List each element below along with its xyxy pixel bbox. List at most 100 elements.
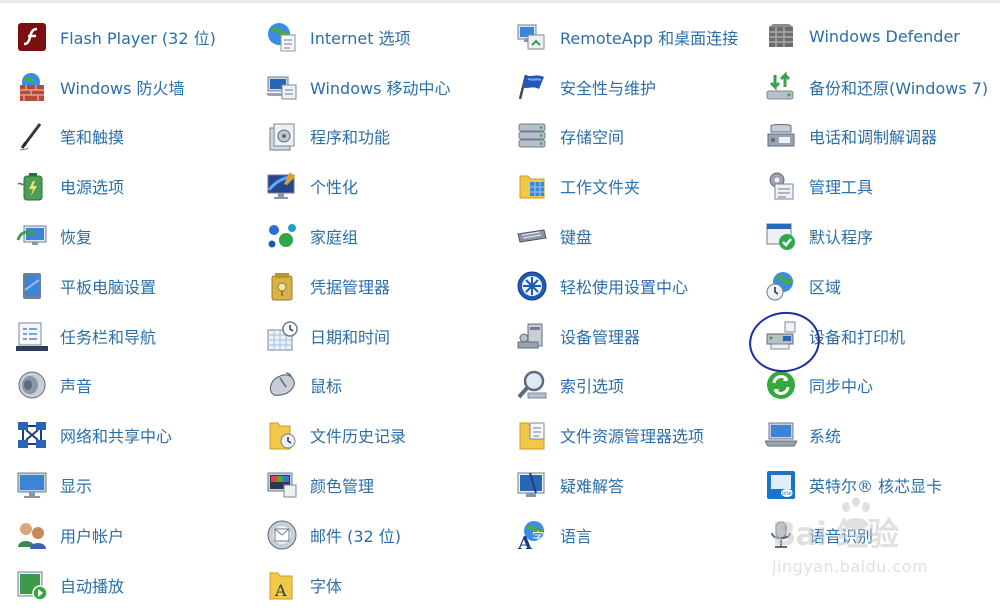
control-panel-item[interactable]: 存储空间 xyxy=(516,112,765,162)
control-panel-item[interactable]: 区域 xyxy=(765,261,1000,311)
control-panel-item[interactable]: Windows Defender xyxy=(765,12,1000,62)
control-panel-item-label: 颜色管理 xyxy=(310,477,375,497)
control-panel-item[interactable]: 个性化 xyxy=(266,161,516,211)
control-panel-item-label: Windows 防火墙 xyxy=(60,78,185,98)
control-panel-item[interactable]: 平板电脑设置 xyxy=(16,261,266,311)
fonts-icon: A xyxy=(266,569,298,601)
svg-text:A: A xyxy=(517,533,533,551)
internet-options-icon xyxy=(266,21,298,53)
control-panel-item[interactable]: 轻松使用设置中心 xyxy=(516,261,765,311)
control-panel-item[interactable]: 工作文件夹 xyxy=(516,161,765,211)
control-panel-item-label: 备份和还原(Windows 7) xyxy=(809,78,989,98)
svg-text:A: A xyxy=(274,581,287,600)
control-panel-item-label: 默认程序 xyxy=(809,228,874,248)
control-panel-item[interactable]: 声音 xyxy=(16,361,266,411)
control-panel-item[interactable]: 家庭组 xyxy=(266,211,516,261)
control-panel-items: Flash Player (32 位) Internet 选项 RemoteAp… xyxy=(16,12,1000,610)
indexing-icon xyxy=(516,369,548,401)
control-panel-item-label: 字体 xyxy=(310,576,343,596)
control-panel-item[interactable]: 鼠标 xyxy=(266,361,516,411)
control-panel-item[interactable]: 电话和调制解调器 xyxy=(765,112,1000,162)
pen-icon xyxy=(16,120,48,152)
control-panel-item[interactable]: A 字体 xyxy=(266,560,516,610)
control-panel-item-label: Flash Player (32 位) xyxy=(60,28,216,48)
sync-center-icon xyxy=(765,369,797,401)
control-panel-item[interactable]: RemoteApp 和桌面连接 xyxy=(516,12,765,62)
control-panel-item[interactable]: 同步中心 xyxy=(765,361,1000,411)
control-panel-item-label: 系统 xyxy=(809,427,842,447)
control-panel-item[interactable]: 恢复 xyxy=(16,211,266,261)
control-panel-item[interactable]: 文件资源管理器选项 xyxy=(516,410,765,460)
control-panel-item-label: 英特尔® 核芯显卡 xyxy=(809,477,943,497)
control-panel-item-label: 文件历史记录 xyxy=(310,427,407,447)
control-panel-item[interactable]: 安全性与维护 xyxy=(516,62,765,112)
control-panel-item-label: 凭据管理器 xyxy=(310,277,391,297)
control-panel-item-label: 设备和打印机 xyxy=(809,327,906,347)
color-management-icon xyxy=(266,469,298,501)
control-panel-item[interactable]: 疑难解答 xyxy=(516,460,765,510)
top-border xyxy=(0,0,1000,3)
control-panel-item[interactable]: 电源选项 xyxy=(16,161,266,211)
keyboard-icon xyxy=(516,220,548,252)
control-panel-item-label: 任务栏和导航 xyxy=(60,327,157,347)
control-panel-item[interactable]: 程序和功能 xyxy=(266,112,516,162)
control-panel-item-label: 键盘 xyxy=(560,228,593,248)
control-panel-item-label: 存储空间 xyxy=(560,128,625,148)
control-panel-item-label: 显示 xyxy=(60,477,93,497)
control-panel-item-label: 平板电脑设置 xyxy=(60,277,157,297)
control-panel-item-label: 文件资源管理器选项 xyxy=(560,427,705,447)
device-manager-icon xyxy=(516,320,548,352)
control-panel-item[interactable]: Windows 防火墙 xyxy=(16,62,266,112)
control-panel-item[interactable]: 语音识别 xyxy=(765,510,1000,560)
control-panel-item[interactable]: 凭据管理器 xyxy=(266,261,516,311)
security-flag-icon xyxy=(516,71,548,103)
control-panel-item-label: 疑难解答 xyxy=(560,477,625,497)
control-panel-item[interactable]: 显示 xyxy=(16,460,266,510)
control-panel-item[interactable]: Internet 选项 xyxy=(266,12,516,62)
sound-icon xyxy=(16,369,48,401)
control-panel-item-label: 语言 xyxy=(560,526,593,546)
control-panel-item-label: 自动播放 xyxy=(60,576,125,596)
control-panel-item[interactable]: intel 英特尔® 核芯显卡 xyxy=(765,460,1000,510)
control-panel-item[interactable]: Windows 移动中心 xyxy=(266,62,516,112)
control-panel-item-label: 鼠标 xyxy=(310,377,343,397)
speech-recognition-icon xyxy=(765,519,797,551)
control-panel-item[interactable]: 文件历史记录 xyxy=(266,410,516,460)
control-panel-item[interactable]: 管理工具 xyxy=(765,161,1000,211)
control-panel-item-label: 程序和功能 xyxy=(310,128,391,148)
control-panel-item[interactable]: 日期和时间 xyxy=(266,311,516,361)
control-panel-item-label: RemoteApp 和桌面连接 xyxy=(560,28,739,48)
control-panel-item[interactable]: 自动播放 xyxy=(16,560,266,610)
control-panel-item[interactable]: A字 语言 xyxy=(516,510,765,560)
control-panel-item-label: 设备管理器 xyxy=(560,327,641,347)
svg-text:intel: intel xyxy=(782,491,793,497)
region-icon xyxy=(765,270,797,302)
personalization-icon xyxy=(266,170,298,202)
control-panel-item-label: 语音识别 xyxy=(809,526,874,546)
control-panel-item[interactable]: 颜色管理 xyxy=(266,460,516,510)
control-panel-item[interactable]: 设备和打印机 xyxy=(765,311,1000,361)
control-panel-item[interactable]: 用户帐户 xyxy=(16,510,266,560)
mail-icon xyxy=(266,519,298,551)
control-panel-item[interactable]: 默认程序 xyxy=(765,211,1000,261)
control-panel-item[interactable]: 设备管理器 xyxy=(516,311,765,361)
date-time-icon xyxy=(266,320,298,352)
control-panel-item[interactable]: 笔和触摸 xyxy=(16,112,266,162)
firewall-icon xyxy=(16,71,48,103)
autoplay-icon xyxy=(16,569,48,601)
control-panel-item[interactable]: 键盘 xyxy=(516,211,765,261)
control-panel-item[interactable]: 任务栏和导航 xyxy=(16,311,266,361)
control-panel-item-label: 网络和共享中心 xyxy=(60,427,173,447)
control-panel-item[interactable]: 备份和还原(Windows 7) xyxy=(765,62,1000,112)
phone-modem-icon xyxy=(765,120,797,152)
control-panel-item-label: 声音 xyxy=(60,377,93,397)
control-panel-item[interactable]: 邮件 (32 位) xyxy=(266,510,516,560)
control-panel-item[interactable]: 系统 xyxy=(765,410,1000,460)
control-panel-item[interactable]: Flash Player (32 位) xyxy=(16,12,266,62)
control-panel-item[interactable]: 索引选项 xyxy=(516,361,765,411)
control-panel-item-label: 笔和触摸 xyxy=(60,128,125,148)
control-panel-item-label: 区域 xyxy=(809,277,842,297)
control-panel-item[interactable]: 网络和共享中心 xyxy=(16,410,266,460)
printer-icon xyxy=(765,320,797,352)
control-panel-item-label: 个性化 xyxy=(310,178,359,198)
